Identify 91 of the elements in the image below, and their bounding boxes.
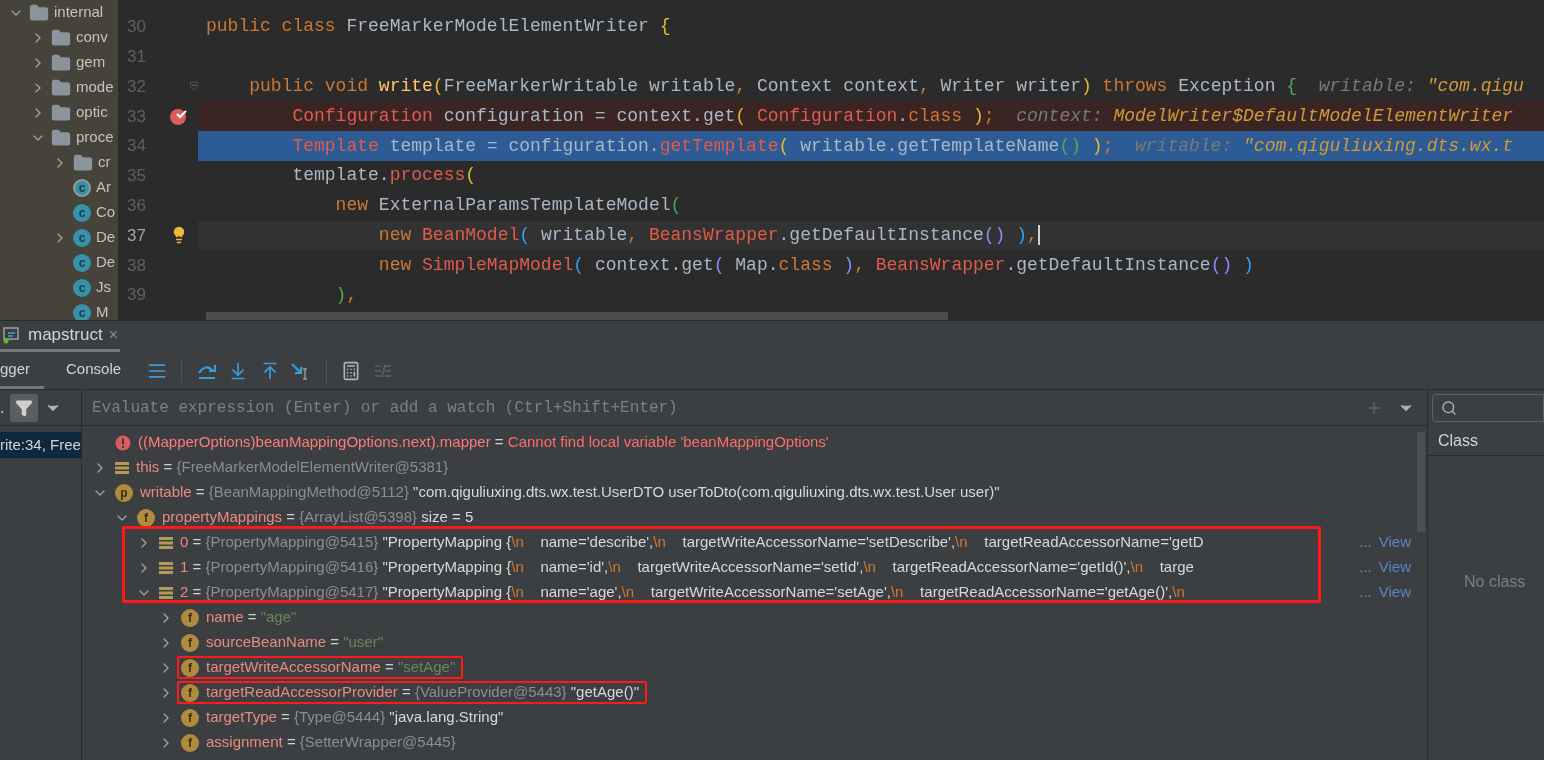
view-link[interactable]: View	[1378, 556, 1417, 579]
variable-text: sourceBeanName = "user"	[206, 632, 384, 653]
tree-item-label[interactable]: proce	[76, 126, 114, 149]
debug-session-icon	[2, 326, 22, 344]
tree-item-label[interactable]: cr	[98, 151, 111, 174]
variable-text: ((MapperOptions)beanMappingOptions.next).mapper = Cannot find local variable 'beanMappingOptions'	[138, 432, 829, 453]
line-number: 30	[126, 16, 146, 39]
line-number: 39	[126, 284, 146, 307]
code-line: public class FreeMarkerModelElementWriter {	[205, 15, 672, 39]
tree-item-label[interactable]: De	[96, 226, 116, 249]
tree-item-label[interactable]: optic	[76, 101, 108, 124]
line-number: 36	[126, 194, 146, 217]
tree-item-label[interactable]: internal	[54, 1, 104, 24]
variable-text: writable = {BeanMappingMethod@5112} "com.qiguliuxing.dts.wx.test.UserDTO userToDto(com.qiguliuxing.dts.wx.test.User user)"	[140, 482, 1000, 503]
class-icon: c	[73, 278, 91, 297]
tree-item-label[interactable]: Co	[96, 201, 116, 224]
calculator-icon[interactable]	[341, 360, 362, 381]
class-search-field[interactable]	[1432, 394, 1544, 422]
panel-tab[interactable]: Console	[66, 352, 122, 389]
variable-text: 1 = {PropertyMapping@5416} "PropertyMapping {\n name='id',\n targetWriteAccessorName='setId',\n targetReadAccessorName='getId()',\n targe	[180, 557, 1194, 578]
view-link[interactable]: View	[1378, 531, 1417, 554]
folder-icon	[51, 102, 71, 123]
session-tab[interactable]: mapstruct ×	[0, 321, 120, 352]
field-icon: f	[181, 733, 199, 752]
list-icon	[159, 585, 173, 600]
field-icon: f	[137, 508, 155, 527]
horizontal-scrollbar[interactable]	[206, 311, 948, 320]
variable-text: targetWriteAccessorName = "setAge"	[206, 657, 456, 678]
folder-icon	[51, 27, 71, 48]
view-link[interactable]: View	[1378, 581, 1417, 604]
folder-icon	[29, 2, 49, 23]
line-number: 33	[126, 105, 146, 128]
list-icon	[115, 460, 129, 475]
folder-icon	[51, 77, 71, 98]
list-icon	[159, 535, 173, 550]
line-number: 31	[126, 45, 146, 68]
ellipsis: ...	[1359, 532, 1372, 553]
line-number: 34	[126, 135, 146, 158]
variable-text: 2 = {PropertyMapping@5417} "PropertyMapping {\n name='age',\n targetWriteAccessorName='setAge',\n targetReadAccessorName='getAge()',\n	[180, 582, 1185, 603]
line-number: 35	[126, 165, 146, 188]
close-tab-button[interactable]: ×	[108, 323, 118, 347]
code-line: public void write(FreeMarkerWritable writable, Context context, Writer writer) throws Exception { writable: "com.qigu	[248, 75, 1525, 98]
folder-icon	[73, 152, 93, 173]
search-icon	[1441, 400, 1457, 416]
class-icon: c	[73, 203, 91, 222]
breakpoint-icon[interactable]	[168, 106, 190, 127]
variable-text: targetType = {Type@5444} "java.lang.String"	[206, 707, 504, 728]
tree-item-label[interactable]: Ar	[96, 176, 111, 199]
frames-label: .	[0, 397, 5, 418]
class-icon: c	[73, 303, 91, 320]
code-line: ),	[334, 283, 359, 307]
stack-frame[interactable]: rite:34, Free	[0, 432, 81, 458]
code-line: new ExternalParamsTemplateModel(	[334, 194, 683, 218]
line-number: 32	[126, 75, 146, 98]
field-icon: f	[181, 683, 199, 702]
class-icon: c	[73, 253, 91, 272]
field-icon: f	[181, 658, 199, 677]
tree-item-label[interactable]: De	[96, 251, 116, 274]
empty-message: No class	[1464, 573, 1526, 590]
class-column-header[interactable]: Class	[1428, 426, 1544, 456]
line-number: 38	[126, 254, 146, 277]
panel-tab[interactable]: gger	[0, 352, 45, 389]
class-icon: c	[73, 228, 91, 247]
folder-icon	[51, 52, 71, 73]
variable-text: assignment = {SetterWrapper@5445}	[206, 732, 456, 753]
parameter-icon: p	[115, 483, 133, 502]
error-icon	[115, 434, 131, 451]
ellipsis: ...	[1359, 582, 1372, 603]
field-icon: f	[181, 633, 199, 652]
field-icon: f	[181, 708, 199, 727]
abstract-class-icon: c	[73, 178, 91, 197]
tree-item-label[interactable]: mode	[76, 76, 114, 99]
tree-item-label[interactable]: gem	[76, 51, 106, 74]
list-icon	[159, 560, 173, 575]
variable-text: propertyMappings = {ArrayList@5398} size = 5	[162, 507, 474, 528]
filter-button[interactable]	[10, 393, 39, 422]
ellipsis: ...	[1359, 557, 1372, 578]
code-line: new SimpleMapModel( context.get( Map.class ), BeansWrapper.getDefaultInstance() )	[377, 253, 1255, 277]
tree-item-label[interactable]: Js	[96, 276, 111, 299]
folder-icon	[51, 127, 71, 148]
variable-text: name = "age"	[206, 607, 297, 628]
field-icon: f	[181, 608, 199, 627]
variable-text: 0 = {PropertyMapping@5415} "PropertyMapping {\n name='describe',\n targetWriteAccessorName='setDescribe',\n targetReadAccessorName='getD	[180, 532, 1204, 553]
tree-item-label[interactable]: conv	[76, 26, 108, 49]
code-line: template.process(	[291, 164, 478, 188]
line-number: 37	[126, 224, 146, 247]
tree-item-label[interactable]: M	[96, 301, 109, 320]
filter-icon	[15, 398, 34, 417]
variable-text: targetReadAccessorProvider = {ValueProvider@5443} "getAge()"	[206, 682, 639, 703]
evaluate-field[interactable]: Evaluate expression (Enter) or add a watch (Ctrl+Shift+Enter)	[92, 395, 1365, 420]
variable-text: this = {FreeMarkerModelElementWriter@5381}	[136, 457, 449, 478]
